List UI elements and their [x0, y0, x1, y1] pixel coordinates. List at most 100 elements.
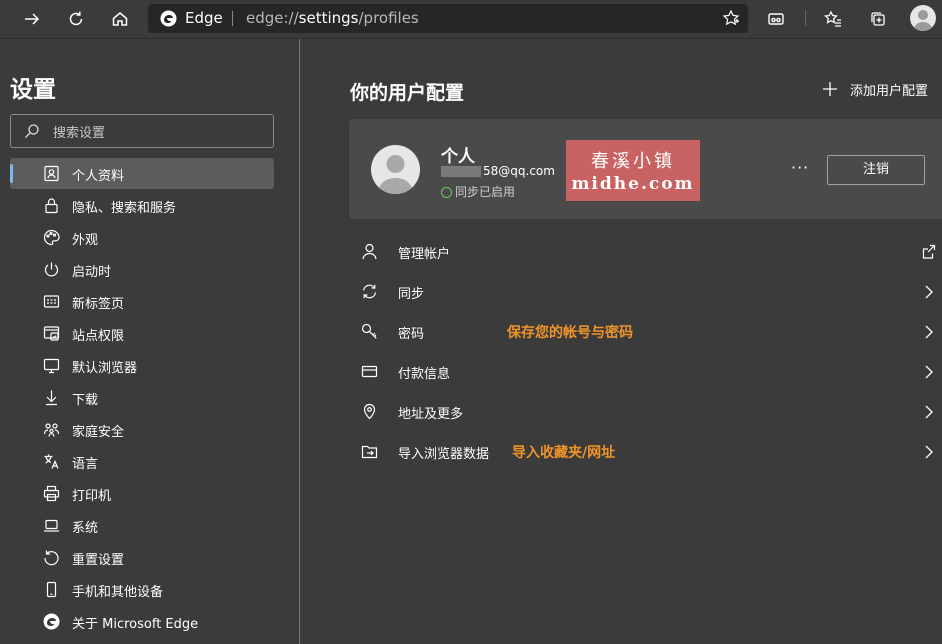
sidebar-item-system[interactable]: 系统: [10, 510, 274, 541]
phone-icon: [46, 581, 57, 598]
manage-account-row[interactable]: 管理帐户: [350, 232, 942, 272]
settings-title: 设置: [10, 77, 56, 103]
person-icon: [362, 243, 377, 260]
sidebar-item-label: 下载: [72, 393, 99, 408]
profile-card-icon: [44, 165, 59, 182]
more-options-button[interactable]: ···: [791, 158, 809, 177]
settings-sidebar: 设置 搜索设置 个人资料 隐私、搜索和服务 外观 启动时 新标签页 站点权限 默…: [0, 39, 300, 644]
chevron-right-icon: [925, 365, 933, 379]
sidebar-item-reset[interactable]: 重置设置: [10, 542, 274, 573]
profiles-main: 你的用户配置 添加用户配置 个人 58@qq.com 同步已启用 春溪小镇 mi…: [300, 39, 942, 644]
sidebar-item-label: 个人资料: [72, 169, 125, 184]
sidebar-item-languages[interactable]: 语言: [10, 446, 274, 477]
sidebar-item-privacy[interactable]: 隐私、搜索和服务: [10, 190, 274, 221]
sidebar-item-profiles[interactable]: 个人资料: [10, 158, 274, 189]
address-url: edge://settings/profiles: [246, 9, 419, 27]
sync-row[interactable]: 同步: [350, 272, 942, 312]
plus-icon: [823, 82, 837, 96]
key-icon: [361, 323, 377, 339]
sidebar-item-label: 关于 Microsoft Edge: [72, 617, 199, 632]
sidebar-item-label: 手机和其他设备: [72, 585, 164, 600]
sidebar-item-label: 系统: [72, 521, 99, 536]
profile-email: 58@qq.com: [441, 164, 555, 178]
sidebar-item-label: 站点权限: [72, 329, 125, 344]
sidebar-item-devices[interactable]: 手机和其他设备: [10, 574, 274, 605]
sidebar-item-about[interactable]: 关于 Microsoft Edge: [10, 606, 274, 637]
blurred-email-prefix: [441, 166, 481, 177]
row-label: 地址及更多: [398, 407, 464, 422]
sidebar-item-label: 外观: [72, 233, 99, 248]
annotation-note: 导入收藏夹/网址: [512, 445, 616, 461]
favorites-icon[interactable]: [821, 7, 845, 31]
avatar: [371, 145, 420, 194]
profile-card: 个人 58@qq.com 同步已启用 春溪小镇 midhe.com ··· 注销: [349, 119, 942, 219]
address-bar[interactable]: Edge edge://settings/profiles: [148, 4, 748, 33]
sidebar-item-printers[interactable]: 打印机: [10, 478, 274, 509]
active-indicator: [10, 164, 13, 183]
row-label: 导入浏览器数据: [398, 447, 490, 462]
sidebar-item-default-browser[interactable]: 默认浏览器: [10, 350, 274, 381]
passwords-row[interactable]: 密码 保存您的帐号与密码: [350, 312, 942, 352]
payment-info-row[interactable]: 付款信息: [350, 352, 942, 392]
refresh-icon[interactable]: [64, 7, 88, 31]
family-icon: [43, 423, 60, 437]
toolbar-divider: [805, 10, 806, 26]
palette-icon: [43, 229, 60, 246]
add-profile-label: 添加用户配置: [850, 84, 929, 99]
external-link-icon: [922, 244, 936, 259]
new-tab-icon: [43, 295, 60, 308]
sidebar-item-family-safety[interactable]: 家庭安全: [10, 414, 274, 445]
address-brand: Edge: [185, 9, 223, 27]
chevron-right-icon: [925, 285, 933, 299]
home-icon[interactable]: [108, 7, 132, 31]
sync-icon: [362, 284, 377, 299]
import-data-row[interactable]: 导入浏览器数据 导入收藏夹/网址: [350, 432, 942, 472]
address-divider: [232, 11, 233, 26]
chevron-right-icon: [925, 405, 933, 419]
watermark: 春溪小镇 midhe.com: [566, 140, 700, 201]
sidebar-item-appearance[interactable]: 外观: [10, 222, 274, 253]
sidebar-item-label: 新标签页: [72, 297, 125, 312]
sidebar-item-site-permissions[interactable]: 站点权限: [10, 318, 274, 349]
favorite-star-icon[interactable]: [722, 9, 740, 27]
search-placeholder: 搜索设置: [53, 126, 106, 141]
page-title: 你的用户配置: [350, 82, 465, 104]
import-icon: [361, 445, 378, 459]
edge-logo-icon: [43, 613, 60, 630]
sidebar-item-label: 语言: [72, 457, 99, 472]
sidebar-item-label: 隐私、搜索和服务: [72, 201, 177, 216]
immersive-reader-icon[interactable]: [764, 7, 788, 31]
site-permissions-icon: [43, 326, 60, 341]
sidebar-item-label: 默认浏览器: [72, 361, 138, 376]
profile-avatar-icon[interactable]: [910, 5, 936, 31]
addresses-row[interactable]: 地址及更多: [350, 392, 942, 432]
sign-out-button[interactable]: 注销: [827, 155, 925, 185]
sidebar-item-label: 重置设置: [72, 553, 125, 568]
download-icon: [46, 390, 57, 406]
search-icon: [25, 124, 39, 138]
sync-status: 同步已启用: [441, 183, 515, 200]
row-label: 管理帐户: [398, 247, 451, 262]
row-label: 密码: [398, 327, 425, 342]
check-circle-icon: [441, 187, 452, 198]
browser-toolbar: Edge edge://settings/profiles: [0, 0, 942, 39]
forward-icon[interactable]: [20, 7, 44, 31]
collections-icon[interactable]: [866, 7, 890, 31]
location-pin-icon: [363, 403, 376, 420]
sidebar-item-new-tab[interactable]: 新标签页: [10, 286, 274, 317]
card-icon: [361, 365, 378, 378]
search-settings-input[interactable]: 搜索设置: [10, 114, 274, 148]
annotation-note: 保存您的帐号与密码: [507, 325, 633, 341]
sidebar-item-startup[interactable]: 启动时: [10, 254, 274, 285]
lock-icon: [45, 198, 58, 214]
edge-logo-icon: [160, 10, 177, 27]
chevron-right-icon: [925, 325, 933, 339]
chevron-right-icon: [925, 445, 933, 459]
sidebar-item-label: 启动时: [72, 265, 112, 280]
sidebar-item-label: 打印机: [72, 489, 112, 504]
sidebar-item-downloads[interactable]: 下载: [10, 382, 274, 413]
reset-icon: [44, 550, 59, 566]
row-label: 付款信息: [398, 367, 451, 382]
power-icon: [44, 262, 59, 277]
laptop-icon: [44, 519, 59, 532]
